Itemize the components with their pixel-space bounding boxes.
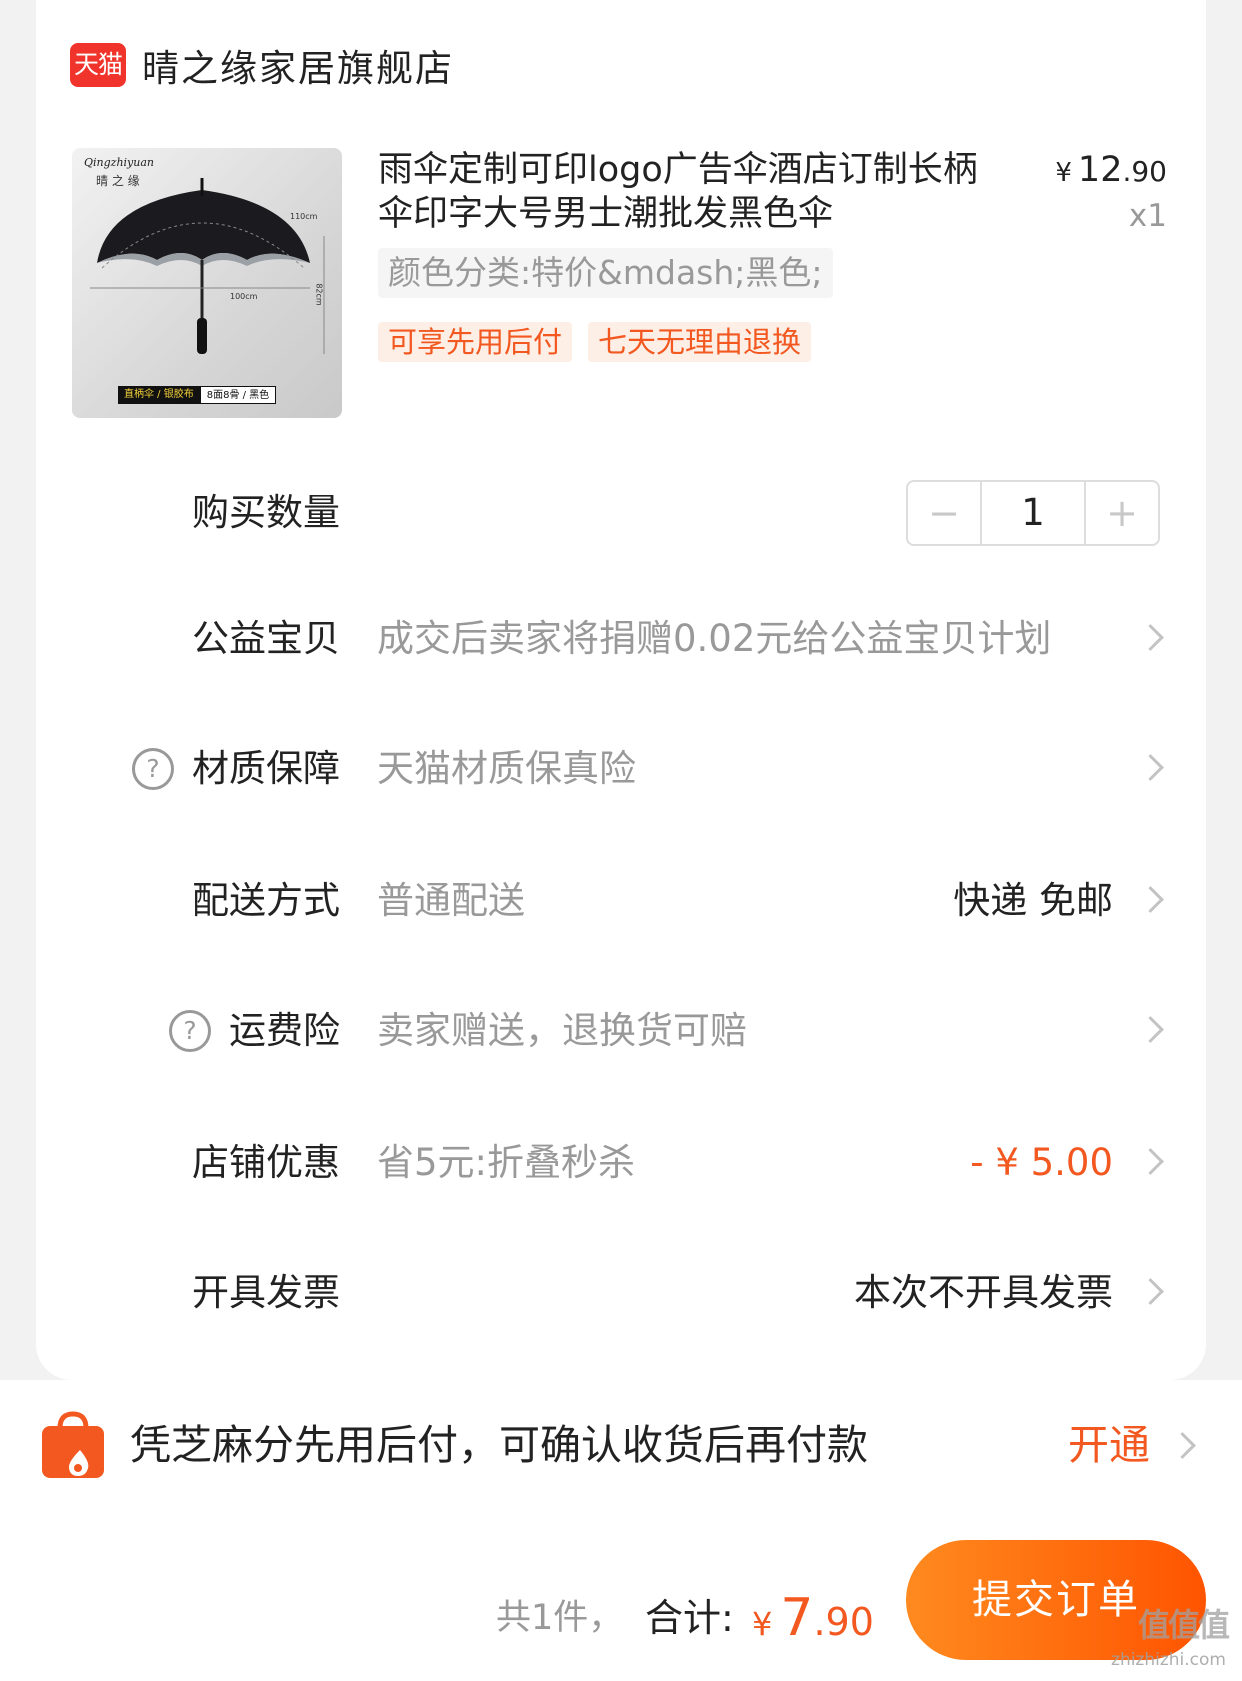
freight-insurance-value: 卖家赠送，退换货可赔 [377, 1009, 747, 1052]
decrement-button[interactable]: − [908, 482, 980, 544]
checkout-bar: 共1件， 合计: ¥7.90 提交订单 [0, 1516, 1242, 1681]
product-quantity: x1 [1128, 198, 1167, 234]
product-image-spec-left: 直柄伞 / 银胶布 [118, 386, 200, 404]
product-image-dim-top: 110cm [290, 212, 318, 221]
total-label: 合计: [645, 1596, 734, 1640]
increment-button[interactable]: + [1086, 482, 1158, 544]
shop-discount-amount: - ¥ 5.00 [970, 1141, 1113, 1184]
delivery-label: 配送方式 [192, 879, 340, 922]
delivery-row[interactable]: 配送方式 普通配送 快递 免邮 [0, 866, 1242, 936]
material-label: 材质保障 [192, 747, 340, 790]
product-image-brand-cn: 晴 之 缘 [96, 174, 140, 188]
invoice-label: 开具发票 [192, 1271, 340, 1314]
material-value: 天猫材质保真险 [377, 747, 636, 790]
chevron-right-icon [1137, 1016, 1164, 1043]
total-decimal: .90 [813, 1600, 874, 1644]
product-image-brand: Qingzhiyuan [84, 156, 155, 169]
watermark-logo: 值值值 [1137, 1606, 1230, 1644]
charity-row[interactable]: 公益宝贝 成交后卖家将捐赠0.02元给公益宝贝计划 [0, 604, 1242, 674]
shop-discount-row[interactable]: 店铺优惠 省5元:折叠秒杀 - ¥ 5.00 [0, 1128, 1242, 1198]
shopping-bag-icon [42, 1411, 104, 1478]
chevron-right-icon [1137, 754, 1164, 781]
tag-pay-later: 可享先用后付 [378, 322, 573, 362]
product-image-dim-width: 100cm [230, 292, 258, 301]
freight-insurance-label: 运费险 [229, 1009, 340, 1052]
price-decimal: .90 [1122, 155, 1167, 188]
delivery-method: 快递 免邮 [953, 879, 1113, 922]
item-count: 共1件， [496, 1598, 624, 1638]
pay-later-open-link[interactable]: 开通 [1068, 1410, 1150, 1480]
price-integer: 12 [1077, 150, 1123, 190]
shop-name[interactable]: 晴之缘家居旗舰店 [142, 38, 454, 92]
freight-insurance-label-group: ? 运费险 [169, 996, 340, 1066]
delivery-value: 普通配送 [377, 879, 525, 922]
total-amount: ¥7.90 [752, 1570, 874, 1678]
product-image-dim-height: 82cm [314, 283, 324, 306]
product-image-spec-right: 8面8骨 / 黑色 [199, 386, 277, 404]
watermark-url: zhizhizhi.com [1111, 1650, 1226, 1670]
shop-discount-value: 省5元:折叠秒杀 [377, 1141, 636, 1184]
shop-header[interactable]: 天猫 晴之缘家居旗舰店 [70, 40, 454, 90]
chevron-right-icon [1137, 624, 1164, 651]
chevron-right-icon [1169, 1432, 1196, 1459]
quantity-input[interactable]: 1 [980, 482, 1086, 544]
product-price: ¥12.90 [1055, 150, 1167, 190]
charity-value: 成交后卖家将捐赠0.02元给公益宝贝计划 [377, 617, 1052, 660]
chevron-right-icon [1137, 1148, 1164, 1175]
help-icon[interactable]: ? [132, 748, 174, 790]
quantity-label: 购买数量 [192, 491, 340, 534]
freight-insurance-row[interactable]: ? 运费险 卖家赠送，退换货可赔 [0, 996, 1242, 1066]
price-currency: ¥ [1055, 158, 1072, 188]
charity-label: 公益宝贝 [192, 617, 340, 660]
help-icon[interactable]: ? [169, 1010, 211, 1052]
total-integer: 7 [780, 1588, 814, 1648]
shop-discount-label: 店铺优惠 [192, 1141, 340, 1184]
product-image-spec-strip: 直柄伞 / 银胶布 8面8骨 / 黑色 [118, 386, 277, 404]
pay-later-text: 凭芝麻分先用后付，可确认收货后再付款 [130, 1421, 868, 1469]
total-currency: ¥ [752, 1605, 773, 1643]
quantity-stepper[interactable]: − 1 + [906, 480, 1160, 546]
product-sku: 颜色分类:特价&mdash;黑色; [378, 248, 833, 298]
tag-seven-day-return: 七天无理由退换 [588, 322, 812, 362]
invoice-value: 本次不开具发票 [854, 1271, 1113, 1314]
chevron-right-icon [1137, 886, 1164, 913]
tmall-logo-icon: 天猫 [70, 43, 126, 87]
product-title[interactable]: 雨伞定制可印logo广告伞酒店订制长柄伞印字大号男士潮批发黑色伞 [378, 148, 988, 236]
invoice-row[interactable]: 开具发票 本次不开具发票 [0, 1258, 1242, 1328]
pay-later-banner[interactable]: 凭芝麻分先用后付，可确认收货后再付款 开通 [0, 1380, 1242, 1516]
material-row[interactable]: ? 材质保障 天猫材质保真险 [0, 734, 1242, 804]
product-image[interactable]: Qingzhiyuan 晴 之 缘 110cm 100cm 82cm 直柄伞 /… [72, 148, 342, 418]
material-label-group: ? 材质保障 [132, 734, 340, 804]
chevron-right-icon [1137, 1278, 1164, 1305]
